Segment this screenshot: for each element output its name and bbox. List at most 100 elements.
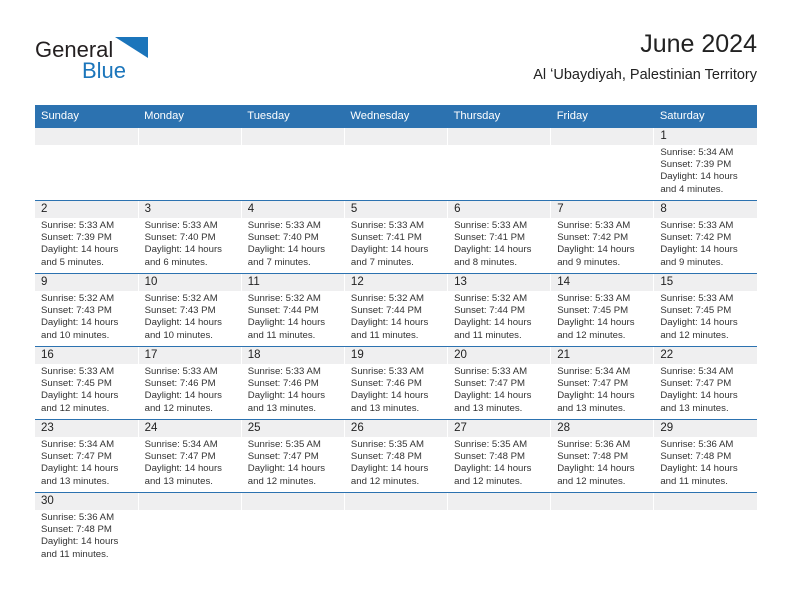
- sunset-text: Sunset: 7:39 PM: [660, 159, 732, 171]
- sunset-text: Sunset: 7:47 PM: [247, 451, 319, 463]
- sunset-text: Sunset: 7:47 PM: [660, 378, 732, 390]
- day-cell-26[interactable]: 26 Sunrise: 5:35 AM Sunset: 7:48 PM Dayl…: [344, 419, 449, 493]
- sunset-text: Sunset: 7:45 PM: [41, 378, 112, 390]
- day-cell-4[interactable]: 4 Sunrise: 5:33 AM Sunset: 7:40 PM Dayli…: [241, 200, 345, 274]
- day-cell-19[interactable]: 19 Sunrise: 5:33 AM Sunset: 7:46 PM Dayl…: [344, 346, 449, 420]
- day-cell-empty: [654, 493, 757, 566]
- day-cell-22[interactable]: 22 Sunrise: 5:34 AM Sunset: 7:47 PM Dayl…: [653, 346, 757, 420]
- daylight-text-line2: and 6 minutes.: [144, 256, 208, 268]
- day-number: 13: [448, 274, 551, 291]
- logo-word-general: General: [35, 37, 114, 62]
- sunset-text: Sunset: 7:42 PM: [557, 232, 629, 244]
- day-cell-11[interactable]: 11 Sunrise: 5:32 AM Sunset: 7:44 PM Dayl…: [241, 273, 345, 347]
- day-cell-24[interactable]: 24 Sunrise: 5:34 AM Sunset: 7:47 PM Dayl…: [138, 419, 242, 493]
- day-cell-20[interactable]: 20 Sunrise: 5:33 AM Sunset: 7:47 PM Dayl…: [447, 346, 552, 420]
- weekday-header-tuesday: Tuesday: [241, 105, 345, 128]
- sunset-text: Sunset: 7:41 PM: [454, 232, 525, 244]
- day-cell-21[interactable]: 21 Sunrise: 5:34 AM Sunset: 7:47 PM Dayl…: [550, 346, 655, 420]
- day-cell-empty: [447, 128, 552, 201]
- day-cell-9[interactable]: 9 Sunrise: 5:32 AM Sunset: 7:43 PM Dayli…: [35, 273, 139, 347]
- sunset-text: Sunset: 7:43 PM: [41, 305, 112, 317]
- sunrise-text: Sunrise: 5:33 AM: [41, 366, 115, 377]
- daylight-text-line2: and 11 minutes.: [247, 329, 316, 341]
- daylight-text-line2: and 12 minutes.: [144, 402, 213, 414]
- day-cell-1[interactable]: 1 Sunrise: 5:34 AM Sunset: 7:39 PM Dayli…: [653, 128, 757, 201]
- day-details: Sunrise: 5:32 AM Sunset: 7:44 PM Dayligh…: [242, 291, 344, 342]
- day-cell-3[interactable]: 3 Sunrise: 5:33 AM Sunset: 7:40 PM Dayli…: [138, 200, 242, 274]
- day-cell-23[interactable]: 23 Sunrise: 5:34 AM Sunset: 7:47 PM Dayl…: [35, 419, 139, 493]
- day-details: Sunrise: 5:33 AM Sunset: 7:47 PM Dayligh…: [448, 364, 550, 415]
- day-cell-empty: [344, 128, 449, 201]
- day-cell-8[interactable]: 8 Sunrise: 5:33 AM Sunset: 7:42 PM Dayli…: [653, 200, 757, 274]
- sunset-text: Sunset: 7:40 PM: [144, 232, 216, 244]
- day-number: 23: [35, 420, 138, 437]
- day-cell-10[interactable]: 10 Sunrise: 5:32 AM Sunset: 7:43 PM Dayl…: [138, 273, 242, 347]
- day-cell-17[interactable]: 17 Sunrise: 5:33 AM Sunset: 7:46 PM Dayl…: [138, 346, 242, 420]
- day-cell-29[interactable]: 29 Sunrise: 5:36 AM Sunset: 7:48 PM Dayl…: [653, 419, 757, 493]
- day-cell-12[interactable]: 12 Sunrise: 5:32 AM Sunset: 7:44 PM Dayl…: [344, 273, 449, 347]
- sunrise-text: Sunrise: 5:32 AM: [144, 293, 218, 304]
- daylight-text-line2: and 11 minutes.: [41, 548, 109, 560]
- day-details: Sunrise: 5:33 AM Sunset: 7:46 PM Dayligh…: [242, 364, 344, 415]
- day-number: 10: [138, 274, 241, 291]
- day-number: 18: [241, 347, 344, 364]
- daylight-text-line2: and 12 minutes.: [660, 329, 729, 341]
- day-cell-15[interactable]: 15 Sunrise: 5:33 AM Sunset: 7:45 PM Dayl…: [653, 273, 757, 347]
- day-cell-empty: [241, 128, 345, 201]
- daylight-text-line2: and 12 minutes.: [247, 475, 317, 487]
- day-number: 12: [344, 274, 448, 291]
- day-cell-empty: [344, 492, 449, 565]
- day-number: 24: [138, 420, 241, 437]
- day-cell-30[interactable]: 30 Sunrise: 5:36 AM Sunset: 7:48 PM Dayl…: [35, 492, 139, 565]
- daylight-text-line1: Daylight: 14 hours: [660, 390, 738, 402]
- day-cell-14[interactable]: 14 Sunrise: 5:33 AM Sunset: 7:45 PM Dayl…: [550, 273, 655, 347]
- daylight-text-line2: and 11 minutes.: [660, 475, 728, 487]
- day-number: 27: [448, 420, 551, 437]
- daylight-text-line1: Daylight: 14 hours: [350, 463, 429, 475]
- day-cell-28[interactable]: 28 Sunrise: 5:36 AM Sunset: 7:48 PM Dayl…: [550, 419, 655, 493]
- day-cell-7[interactable]: 7 Sunrise: 5:33 AM Sunset: 7:42 PM Dayli…: [550, 200, 655, 274]
- sunset-text: Sunset: 7:45 PM: [557, 305, 629, 317]
- sunrise-text: Sunrise: 5:32 AM: [454, 293, 528, 304]
- day-number: 3: [138, 201, 241, 218]
- daylight-text-line2: and 10 minutes.: [144, 329, 213, 341]
- day-cell-13[interactable]: 13 Sunrise: 5:32 AM Sunset: 7:44 PM Dayl…: [447, 273, 552, 347]
- day-number: 21: [551, 347, 654, 364]
- day-number: [138, 493, 241, 510]
- weekday-header-monday: Monday: [138, 105, 242, 128]
- sunrise-text: Sunrise: 5:33 AM: [660, 293, 734, 304]
- day-details: Sunrise: 5:33 AM Sunset: 7:42 PM Dayligh…: [654, 218, 757, 269]
- day-cell-27[interactable]: 27 Sunrise: 5:35 AM Sunset: 7:48 PM Dayl…: [447, 419, 552, 493]
- daylight-text-line2: and 13 minutes.: [41, 475, 110, 487]
- sunset-text: Sunset: 7:47 PM: [557, 378, 629, 390]
- day-cell-16[interactable]: 16 Sunrise: 5:33 AM Sunset: 7:45 PM Dayl…: [35, 346, 139, 420]
- daylight-text-line1: Daylight: 14 hours: [557, 463, 635, 475]
- daylight-text-line1: Daylight: 14 hours: [557, 244, 635, 256]
- sunset-text: Sunset: 7:45 PM: [660, 305, 732, 317]
- sunset-text: Sunset: 7:44 PM: [350, 305, 422, 317]
- daylight-text-line2: and 7 minutes.: [350, 256, 414, 268]
- day-number: 15: [654, 274, 757, 291]
- day-cell-2[interactable]: 2 Sunrise: 5:33 AM Sunset: 7:39 PM Dayli…: [35, 200, 139, 274]
- daylight-text-line1: Daylight: 14 hours: [660, 171, 738, 183]
- day-cell-25[interactable]: 25 Sunrise: 5:35 AM Sunset: 7:47 PM Dayl…: [241, 419, 345, 493]
- day-number: 29: [654, 420, 757, 437]
- day-cell-5[interactable]: 5 Sunrise: 5:33 AM Sunset: 7:41 PM Dayli…: [344, 200, 449, 274]
- calendar-grid: Sunday Monday Tuesday Wednesday Thursday…: [35, 105, 757, 565]
- daylight-text-line2: and 13 minutes.: [454, 402, 523, 414]
- day-cell-6[interactable]: 6 Sunrise: 5:33 AM Sunset: 7:41 PM Dayli…: [447, 200, 552, 274]
- day-cell-18[interactable]: 18 Sunrise: 5:33 AM Sunset: 7:46 PM Dayl…: [241, 346, 345, 420]
- sunrise-text: Sunrise: 5:32 AM: [41, 293, 115, 304]
- sunset-text: Sunset: 7:46 PM: [350, 378, 422, 390]
- day-cell-empty: [241, 492, 345, 565]
- sunset-text: Sunset: 7:40 PM: [247, 232, 319, 244]
- sunrise-text: Sunrise: 5:34 AM: [144, 439, 218, 450]
- general-blue-logo[interactable]: General Blue: [35, 36, 235, 94]
- day-number: 11: [241, 274, 344, 291]
- day-details: Sunrise: 5:35 AM Sunset: 7:48 PM Dayligh…: [345, 437, 447, 488]
- day-number: 9: [35, 274, 138, 291]
- daylight-text-line1: Daylight: 14 hours: [660, 463, 738, 475]
- page-subtitle: Al ʻUbaydiyah, Palestinian Territory: [533, 67, 757, 83]
- daylight-text-line1: Daylight: 14 hours: [41, 463, 119, 475]
- day-details: Sunrise: 5:32 AM Sunset: 7:44 PM Dayligh…: [345, 291, 447, 342]
